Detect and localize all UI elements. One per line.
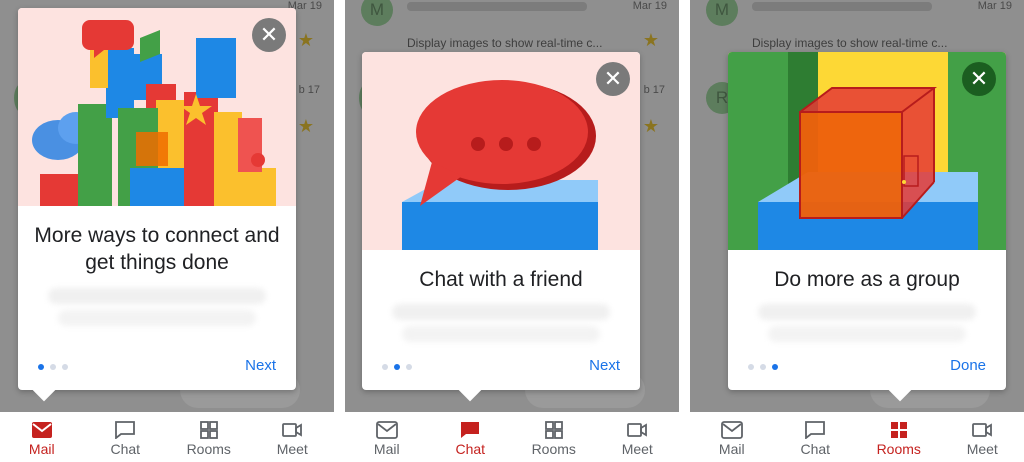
close-icon: ✕ (603, 66, 623, 91)
description-placeholder (48, 288, 266, 304)
bottom-nav: Mail Chat Rooms Meet (690, 412, 1024, 462)
star-icon: ★ (642, 30, 659, 50)
email-sender (407, 2, 587, 11)
nav-rooms[interactable]: Rooms (857, 412, 941, 462)
star-icon: ★ (642, 116, 659, 136)
nav-label: Meet (276, 441, 308, 457)
description-placeholder (768, 326, 966, 342)
page-dot (748, 364, 754, 370)
description-placeholder (392, 304, 610, 320)
avatar: M (706, 0, 738, 26)
page-dot-active (38, 364, 44, 370)
nav-mail[interactable]: Mail (345, 412, 429, 462)
close-icon: ✕ (259, 22, 279, 47)
illustration-blocks: ✕ (18, 8, 296, 206)
page-dot (50, 364, 56, 370)
mail-icon (375, 421, 398, 439)
email-snippet: Display images to show real-time c... (752, 36, 948, 50)
star-icon: ★ (297, 116, 314, 136)
email-date: Mar 19 (632, 0, 667, 12)
nav-label: Chat (800, 441, 831, 457)
page-dot (382, 364, 388, 370)
nav-chat[interactable]: Chat (429, 412, 513, 462)
card-title: Do more as a group (774, 268, 960, 291)
illustration-room: ✕ (728, 52, 1006, 250)
nav-label: Rooms (876, 441, 921, 457)
meet-icon (972, 423, 993, 437)
onboarding-card: ✕ More ways to connect and get things do… (18, 8, 296, 402)
nav-label: Chat (455, 441, 486, 457)
card-title: Chat with a friend (419, 268, 583, 291)
pagination-dots (38, 364, 68, 370)
star-icon: ★ (297, 30, 314, 50)
nav-label: Meet (966, 441, 998, 457)
mail-icon (720, 421, 743, 439)
rooms-icon (890, 422, 907, 438)
card-title: More ways to connect and get things done (34, 224, 280, 274)
nav-label: Mail (718, 441, 745, 457)
nav-label: Meet (621, 441, 653, 457)
page-dot-active (772, 364, 778, 370)
close-button[interactable]: ✕ (252, 18, 286, 52)
meet-icon (627, 423, 648, 437)
email-snippet: Display images to show real-time c... (407, 36, 603, 50)
nav-meet[interactable]: Meet (596, 412, 680, 462)
close-button[interactable]: ✕ (962, 62, 996, 96)
nav-label: Mail (28, 441, 55, 457)
onboarding-card: ✕ Do more as a group Done (728, 52, 1006, 402)
close-button[interactable]: ✕ (596, 62, 630, 96)
pagination-dots (382, 364, 412, 370)
email-date: Mar 19 (977, 0, 1012, 12)
nav-mail[interactable]: Mail (0, 412, 84, 462)
email-date: b 17 (643, 84, 665, 96)
nav-label: Rooms (531, 441, 576, 457)
email-sender (752, 2, 932, 11)
rooms-icon (199, 421, 218, 439)
nav-rooms[interactable]: Rooms (167, 412, 251, 462)
description-placeholder (402, 326, 600, 342)
chat-icon (461, 422, 480, 438)
screen-panel-1: Mar 19 ★ b 17 ★ ✕ More ways to connect a… (0, 0, 334, 462)
nav-rooms[interactable]: Rooms (512, 412, 596, 462)
screen-panel-2: M Mar 19 Display images to show real-tim… (345, 0, 679, 462)
nav-meet[interactable]: Meet (941, 412, 1024, 462)
nav-label: Mail (373, 441, 400, 457)
divider (334, 0, 345, 462)
chat-icon (805, 421, 826, 439)
nav-chat[interactable]: Chat (774, 412, 858, 462)
illustration-chat: ✕ (362, 52, 640, 250)
rooms-icon (544, 421, 563, 439)
onboarding-card: ✕ Chat with a friend Next (362, 52, 640, 402)
page-dot (760, 364, 766, 370)
email-date: b 17 (298, 84, 320, 96)
chat-icon (115, 421, 136, 439)
nav-label: Rooms (186, 441, 231, 457)
done-button[interactable]: Done (950, 357, 986, 374)
mail-icon (31, 422, 52, 438)
divider (679, 0, 690, 462)
page-dot (406, 364, 412, 370)
page-dot (62, 364, 68, 370)
nav-meet[interactable]: Meet (251, 412, 335, 462)
nav-chat[interactable]: Chat (84, 412, 168, 462)
bottom-nav: Mail Chat Rooms Meet (345, 412, 679, 462)
meet-icon (282, 423, 303, 437)
page-dot-active (394, 364, 400, 370)
next-button[interactable]: Next (245, 357, 276, 374)
next-button[interactable]: Next (589, 357, 620, 374)
avatar: M (361, 0, 393, 26)
nav-mail[interactable]: Mail (690, 412, 774, 462)
nav-label: Chat (110, 441, 141, 457)
bottom-nav: Mail Chat Rooms Meet (0, 412, 334, 462)
close-icon: ✕ (969, 66, 989, 91)
screen-panel-3: M Mar 19 Display images to show real-tim… (690, 0, 1024, 462)
description-placeholder (758, 304, 976, 320)
pagination-dots (748, 364, 778, 370)
description-placeholder (58, 310, 256, 326)
